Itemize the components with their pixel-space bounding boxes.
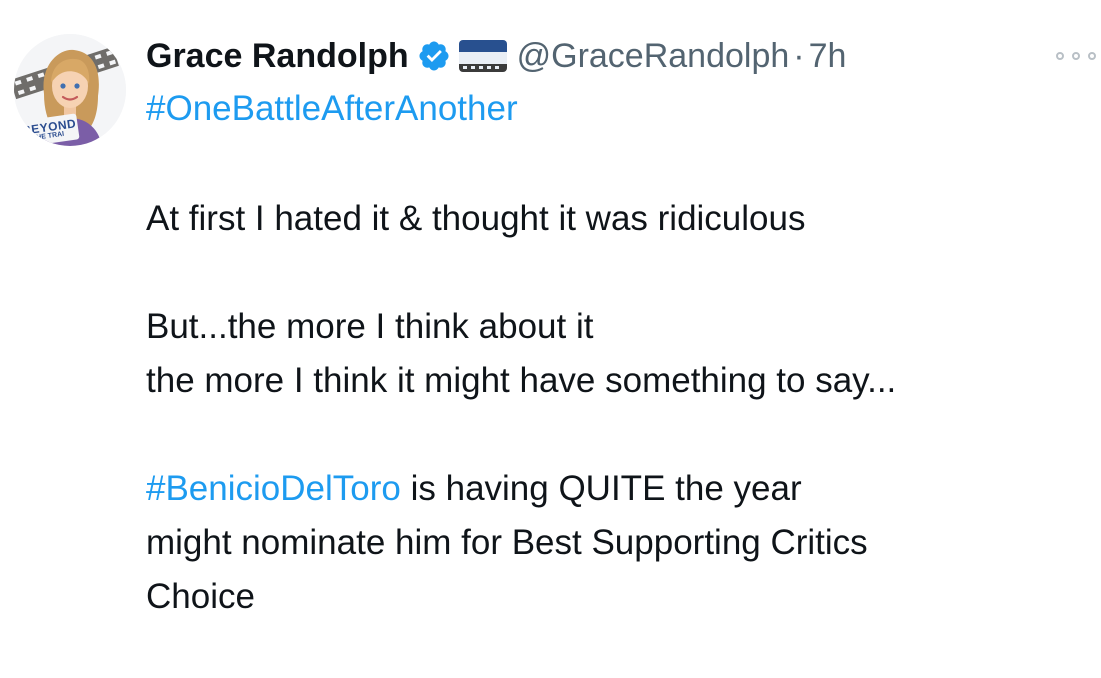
avatar[interactable]: BEYOND THE TRAI xyxy=(14,34,126,146)
hashtag-link[interactable]: #OneBattleAfterAnother xyxy=(146,89,518,128)
more-dot xyxy=(1056,52,1064,60)
more-dot xyxy=(1072,52,1080,60)
tweet-text-paragraph-2: But...the more I think about it the more… xyxy=(146,300,1086,408)
separator-dot: · xyxy=(793,36,805,75)
tweet-text-paragraph-3: #BenicioDelToro is having QUITE the year… xyxy=(146,462,1086,624)
user-handle[interactable]: @GraceRandolph xyxy=(517,37,790,76)
hashtag-link[interactable]: #BenicioDelToro xyxy=(146,469,401,508)
tweet: BEYOND THE TRAI Grace Randolph @GraceRan… xyxy=(0,0,1101,678)
verified-badge-icon[interactable] xyxy=(417,39,451,73)
tweet-line: Choice xyxy=(146,577,255,616)
display-name[interactable]: Grace Randolph xyxy=(146,37,409,76)
tweet-text-hashtag-top: #OneBattleAfterAnother xyxy=(146,82,1086,136)
tweet-line: But...the more I think about it xyxy=(146,307,594,346)
tweet-header: Grace Randolph @GraceRandolph · 7h xyxy=(146,32,846,80)
tweet-line: might nominate him for Best Supporting C… xyxy=(146,523,868,562)
timestamp[interactable]: 7h xyxy=(809,37,847,76)
more-options-icon[interactable] xyxy=(1056,44,1096,68)
tweet-line-rest: is having QUITE the year xyxy=(400,469,802,508)
affiliate-logo-icon xyxy=(458,40,507,72)
tweet-text-paragraph-1: At first I hated it & thought it was rid… xyxy=(146,192,1086,246)
tweet-line: the more I think it might have something… xyxy=(146,361,897,400)
more-dot xyxy=(1088,52,1096,60)
tweet-line: At first I hated it & thought it was rid… xyxy=(146,199,806,238)
affiliate-badge[interactable] xyxy=(458,40,507,72)
